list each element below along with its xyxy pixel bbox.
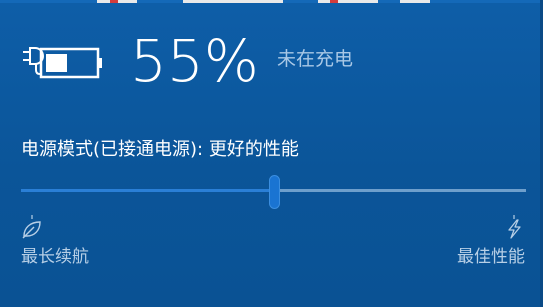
power-mode-label: 电源模式(已接通电源): 更好的性能 — [21, 139, 299, 160]
window-edge-mark-red — [330, 0, 338, 3]
battery-not-charging-icon — [21, 41, 105, 81]
window-edge-mark — [318, 0, 378, 3]
window-edge-mark — [400, 0, 430, 3]
slider-max-label: 最佳性能 — [457, 247, 525, 267]
window-edge-mark-red — [110, 0, 118, 3]
lightning-icon — [503, 215, 525, 239]
slider-thumb[interactable] — [269, 175, 280, 209]
slider-min-label: 最长续航 — [21, 247, 89, 267]
window-edge-mark — [183, 0, 283, 3]
leaf-icon — [21, 215, 43, 239]
slider-fill — [21, 189, 274, 192]
charging-status-text: 未在充电 — [277, 48, 354, 70]
power-mode-slider[interactable] — [21, 174, 526, 210]
battery-percentage: 55% — [130, 27, 259, 95]
battery-flyout: 55% 未在充电 电源模式(已接通电源): 更好的性能 最长续航 最佳性能 — [0, 0, 543, 307]
